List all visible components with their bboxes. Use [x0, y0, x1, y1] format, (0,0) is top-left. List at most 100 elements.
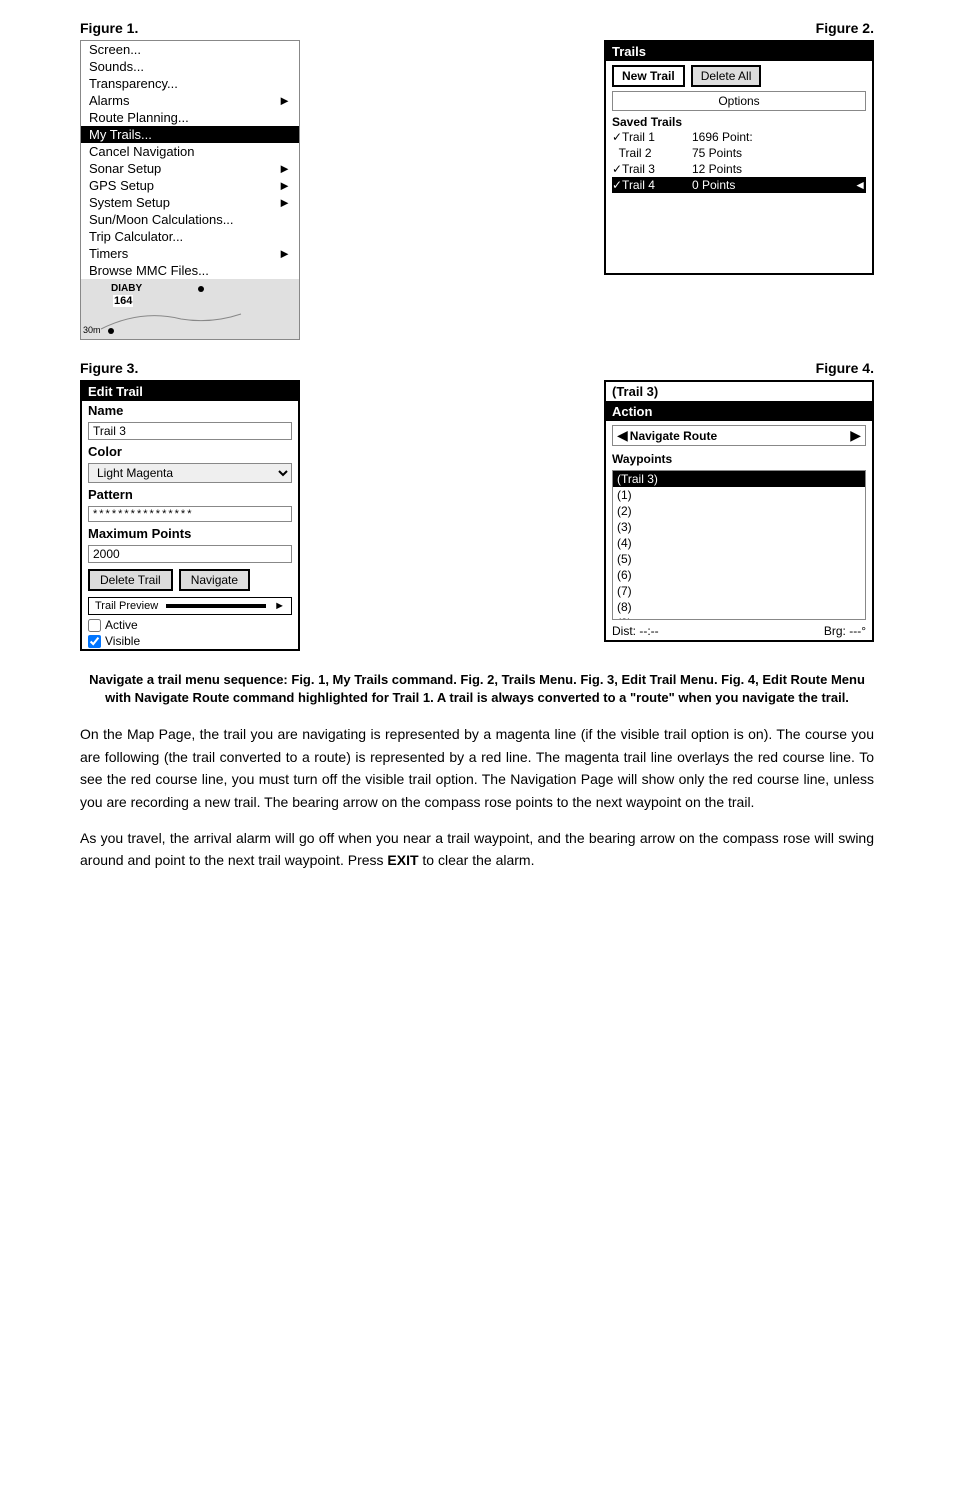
trail-preview-label: Trail Preview: [95, 600, 158, 612]
trail-preview-arrow: ►: [274, 600, 285, 612]
edit-btn-row: Delete Trail Navigate: [82, 565, 298, 595]
figure-2-container: Figure 2. Trails New Trail Delete All Op…: [487, 20, 874, 340]
figure-1-label: Figure 1.: [80, 20, 138, 36]
waypoint-item-5[interactable]: (5): [613, 551, 865, 567]
trail-name-3: ✓Trail 3: [612, 162, 692, 176]
menu-item-sonar-setup[interactable]: Sonar Setup ►: [81, 160, 299, 177]
dist-brg-row: Dist: --:-- Brg: ---°: [606, 622, 872, 640]
color-row: Light Magenta: [88, 463, 292, 483]
menu-item-route-planning[interactable]: Route Planning...: [81, 109, 299, 126]
trail-points-4: 0 Points: [692, 178, 854, 192]
menu-item-alarms[interactable]: Alarms ►: [81, 92, 299, 109]
trail-row-1[interactable]: ✓Trail 1 1696 Point:: [612, 129, 866, 145]
menu-item-transparency[interactable]: Transparency...: [81, 75, 299, 92]
pattern-input[interactable]: [88, 506, 292, 522]
waypoints-list[interactable]: (Trail 3) (1) (2) (3) (4) (5) (6) (7) (8…: [612, 470, 866, 620]
arrow-icon: ►: [278, 195, 291, 210]
map-preview: DIABY 164 30m: [81, 279, 299, 339]
saved-trails-label: Saved Trails: [606, 115, 872, 129]
figure-2-label: Figure 2.: [816, 20, 874, 36]
color-label: Color: [82, 442, 298, 461]
navigate-route-row[interactable]: ◀ Navigate Route ▶: [612, 425, 866, 446]
menu-item-trip-calculator[interactable]: Trip Calculator...: [81, 228, 299, 245]
trail3-header: (Trail 3): [606, 382, 872, 402]
dist-label: Dist: --:--: [612, 624, 659, 638]
name-label: Name: [82, 401, 298, 420]
trail-name-input[interactable]: [88, 422, 292, 440]
arrow-icon: ►: [278, 178, 291, 193]
figure-3-label: Figure 3.: [80, 360, 138, 376]
waypoint-item-2[interactable]: (2): [613, 503, 865, 519]
trail-preview-bar: [166, 604, 266, 608]
active-label: Active: [105, 618, 138, 632]
new-trail-button[interactable]: New Trail: [612, 65, 685, 87]
waypoint-item-3[interactable]: (3): [613, 519, 865, 535]
figure-3-container: Figure 3. Edit Trail Name Color Light Ma…: [80, 360, 467, 651]
edit-trail-header: Edit Trail: [82, 382, 298, 401]
visible-checkbox[interactable]: [88, 635, 101, 648]
trail-row-3[interactable]: ✓Trail 3 12 Points: [612, 161, 866, 177]
waypoint-item-1[interactable]: (1): [613, 487, 865, 503]
menu-item-sun-moon[interactable]: Sun/Moon Calculations...: [81, 211, 299, 228]
trail-row-2[interactable]: Trail 2 75 Points: [612, 145, 866, 161]
figure-4-label: Figure 4.: [816, 360, 874, 376]
trail-points-3: 12 Points: [692, 162, 866, 176]
trail-row-4[interactable]: ✓Trail 4 0 Points ◄: [612, 177, 866, 193]
options-button[interactable]: Options: [612, 91, 866, 111]
color-select[interactable]: Light Magenta: [88, 463, 292, 483]
trail-arrow-icon: ◄: [854, 178, 866, 192]
trail-name-2: Trail 2: [612, 146, 692, 160]
arrow-icon: ►: [278, 93, 291, 108]
trail-name-1: ✓Trail 1: [612, 130, 692, 144]
menu-item-system-setup[interactable]: System Setup ►: [81, 194, 299, 211]
waypoint-item-6[interactable]: (6): [613, 567, 865, 583]
delete-trail-button[interactable]: Delete Trail: [88, 569, 173, 591]
max-points-input[interactable]: [88, 545, 292, 563]
waypoint-item-7[interactable]: (7): [613, 583, 865, 599]
figure-4-trail3: (Trail 3) Action ◀ Navigate Route ▶ Wayp…: [604, 380, 874, 642]
active-checkbox[interactable]: [88, 619, 101, 632]
trail-name-4: ✓Trail 4: [612, 178, 692, 192]
action-label: Action: [606, 402, 872, 421]
menu-item-cancel-navigation[interactable]: Cancel Navigation: [81, 143, 299, 160]
figure-3-edit-trail: Edit Trail Name Color Light Magenta Patt…: [80, 380, 300, 651]
nav-left-arrow-icon: ◀: [617, 427, 628, 444]
body-paragraph-1: On the Map Page, the trail you are navig…: [80, 723, 874, 813]
visible-label: Visible: [105, 634, 140, 648]
waypoint-item-9[interactable]: (9): [613, 615, 865, 620]
caption: Navigate a trail menu sequence: Fig. 1, …: [80, 671, 874, 707]
waypoint-trail3-header: (Trail 3): [613, 471, 865, 487]
menu-item-gps-setup[interactable]: GPS Setup ►: [81, 177, 299, 194]
trail-points-1: 1696 Point:: [692, 130, 866, 144]
trails-btn-row: New Trail Delete All: [606, 61, 872, 91]
nav-right-arrow-icon: ▶: [850, 427, 861, 444]
pattern-label: Pattern: [82, 485, 298, 504]
delete-all-button[interactable]: Delete All: [691, 65, 762, 87]
menu-item-my-trails[interactable]: My Trails...: [81, 126, 299, 143]
trails-header: Trails: [606, 42, 872, 61]
trails-spacer: [606, 193, 872, 273]
figure-4-container: Figure 4. (Trail 3) Action ◀ Navigate Ro…: [487, 360, 874, 651]
waypoint-item-8[interactable]: (8): [613, 599, 865, 615]
trail-points-2: 75 Points: [692, 146, 866, 160]
waypoints-label: Waypoints: [606, 450, 872, 468]
trail-preview: Trail Preview ►: [88, 597, 292, 615]
body-paragraph-2: As you travel, the arrival alarm will go…: [80, 827, 874, 872]
navigate-route-label: Navigate Route: [630, 429, 850, 443]
menu-item-browse-mmc[interactable]: Browse MMC Files...: [81, 262, 299, 279]
figure-1-menu: Screen... Sounds... Transparency... Alar…: [80, 40, 300, 340]
trails-table: ✓Trail 1 1696 Point: Trail 2 75 Points ✓…: [606, 129, 872, 193]
visible-row: Visible: [82, 633, 298, 649]
brg-label: Brg: ---°: [824, 624, 866, 638]
navigate-button[interactable]: Navigate: [179, 569, 250, 591]
arrow-icon: ►: [278, 161, 291, 176]
map-svg: [81, 279, 299, 339]
waypoint-item-4[interactable]: (4): [613, 535, 865, 551]
figure-2-trails: Trails New Trail Delete All Options Save…: [604, 40, 874, 275]
menu-item-timers[interactable]: Timers ►: [81, 245, 299, 262]
menu-item-screen[interactable]: Screen...: [81, 41, 299, 58]
arrow-icon: ►: [278, 246, 291, 261]
figure-1-container: Figure 1. Screen... Sounds... Transparen…: [80, 20, 467, 340]
menu-item-sounds[interactable]: Sounds...: [81, 58, 299, 75]
max-points-label: Maximum Points: [82, 524, 298, 543]
